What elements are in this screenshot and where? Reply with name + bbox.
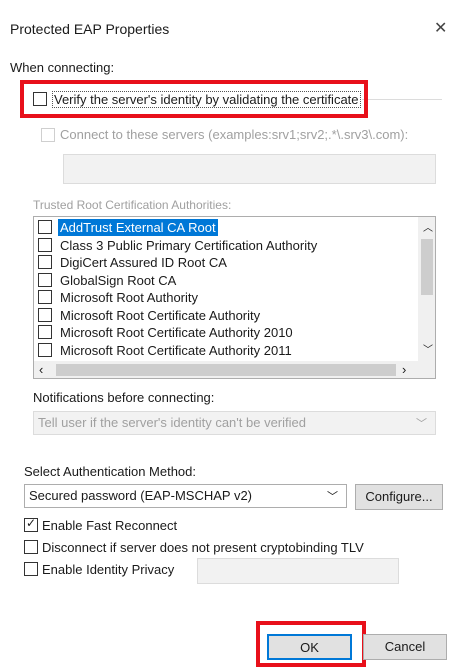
trusted-root-checkbox[interactable]	[38, 342, 52, 357]
trusted-root-checkbox[interactable]	[38, 325, 52, 339]
when-connecting-heading: When connecting:	[10, 60, 115, 75]
scroll-up-icon[interactable]: ︿	[423, 219, 433, 234]
chevron-down-icon: ﹀	[416, 418, 427, 430]
trusted-root-heading: Trusted Root Certification Authorities:	[33, 198, 232, 212]
trusted-root-checkbox[interactable]	[38, 307, 52, 322]
scroll-down-icon[interactable]: ﹀	[423, 341, 433, 356]
trusted-root-label: Microsoft Root Authority	[60, 290, 198, 305]
scroll-thumb[interactable]	[421, 239, 433, 295]
notifications-heading: Notifications before connecting:	[33, 390, 215, 405]
scroll-left-icon[interactable]: ‹	[39, 362, 43, 377]
auth-method-dropdown[interactable]: Secured password (EAP-MSCHAP v2) ﹀	[24, 484, 347, 508]
disconnect-checkbox[interactable]	[24, 540, 38, 554]
trusted-root-label: Class 3 Public Primary Certification Aut…	[60, 237, 318, 253]
list-item[interactable]: Microsoft Root Certificate Authority 201…	[36, 324, 416, 341]
auth-method-value: Secured password (EAP-MSCHAP v2)	[29, 488, 253, 503]
notifications-dropdown[interactable]: Tell user if the server's identity can't…	[33, 411, 436, 435]
identity-input[interactable]	[197, 558, 399, 584]
fast-reconnect-label[interactable]: Enable Fast Reconnect	[42, 518, 177, 533]
list-item[interactable]: GlobalSign Root CA	[36, 272, 416, 289]
notifications-value: Tell user if the server's identity can't…	[38, 415, 306, 430]
disconnect-label[interactable]: Disconnect if server does not present cr…	[42, 540, 364, 555]
connect-servers-label: Connect to these servers (examples:srv1;…	[60, 127, 409, 142]
auth-method-heading: Select Authentication Method:	[24, 464, 197, 479]
window-title: Protected EAP Properties	[10, 21, 170, 37]
connect-servers-checkbox[interactable]	[41, 128, 55, 142]
trusted-root-label: AddTrust External CA Root	[58, 219, 218, 236]
list-item[interactable]: Microsoft Root Certificate Authority 201…	[36, 342, 416, 359]
trusted-root-checkbox[interactable]	[38, 272, 52, 287]
trusted-root-label: Microsoft Root Certificate Authority 201…	[60, 342, 292, 358]
scroll-right-icon[interactable]: ›	[402, 362, 406, 377]
verify-server-checkbox[interactable]	[33, 92, 47, 106]
trusted-root-checkbox[interactable]	[38, 290, 52, 304]
list-item[interactable]: DigiCert Assured ID Root CA	[36, 254, 416, 271]
list-item[interactable]: Class 3 Public Primary Certification Aut…	[36, 237, 416, 254]
horizontal-scrollbar[interactable]: ‹ ›	[34, 361, 435, 378]
identity-privacy-label[interactable]: Enable Identity Privacy	[42, 562, 174, 577]
list-item[interactable]: AddTrust External CA Root	[36, 219, 416, 236]
trusted-root-checkbox[interactable]	[38, 237, 52, 252]
trusted-root-list[interactable]: AddTrust External CA Root Class 3 Public …	[33, 216, 436, 379]
fast-reconnect-checkbox[interactable]: ✓	[24, 516, 38, 532]
trusted-root-checkbox[interactable]	[38, 220, 52, 234]
chevron-down-icon: ﹀	[327, 491, 338, 503]
close-icon[interactable]: ✕	[434, 18, 447, 38]
list-item[interactable]: Microsoft Root Certificate Authority	[36, 307, 416, 324]
checkmark-icon: ✓	[26, 516, 37, 530]
trusted-root-checkbox[interactable]	[38, 255, 52, 269]
trusted-root-rows: AddTrust External CA Root Class 3 Public …	[36, 219, 416, 361]
separator-line	[362, 99, 442, 100]
list-item[interactable]: Microsoft Root Authority	[36, 289, 416, 306]
cancel-button[interactable]: Cancel	[363, 634, 447, 660]
trusted-root-label: Microsoft Root Certificate Authority	[60, 307, 261, 323]
trusted-root-label: Microsoft Root Certificate Authority 201…	[60, 325, 293, 340]
trusted-root-label: DigiCert Assured ID Root CA	[60, 255, 227, 270]
ok-button[interactable]: OK	[267, 634, 352, 660]
verify-server-label[interactable]: Verify the server's identity by validati…	[52, 91, 361, 108]
vertical-scrollbar[interactable]: ︿ ﹀	[418, 217, 435, 361]
identity-privacy-checkbox[interactable]	[24, 562, 38, 576]
hscroll-thumb[interactable]	[56, 364, 396, 376]
servers-input[interactable]	[63, 154, 436, 184]
trusted-root-label: GlobalSign Root CA	[60, 272, 177, 288]
configure-button[interactable]: Configure...	[355, 484, 443, 510]
